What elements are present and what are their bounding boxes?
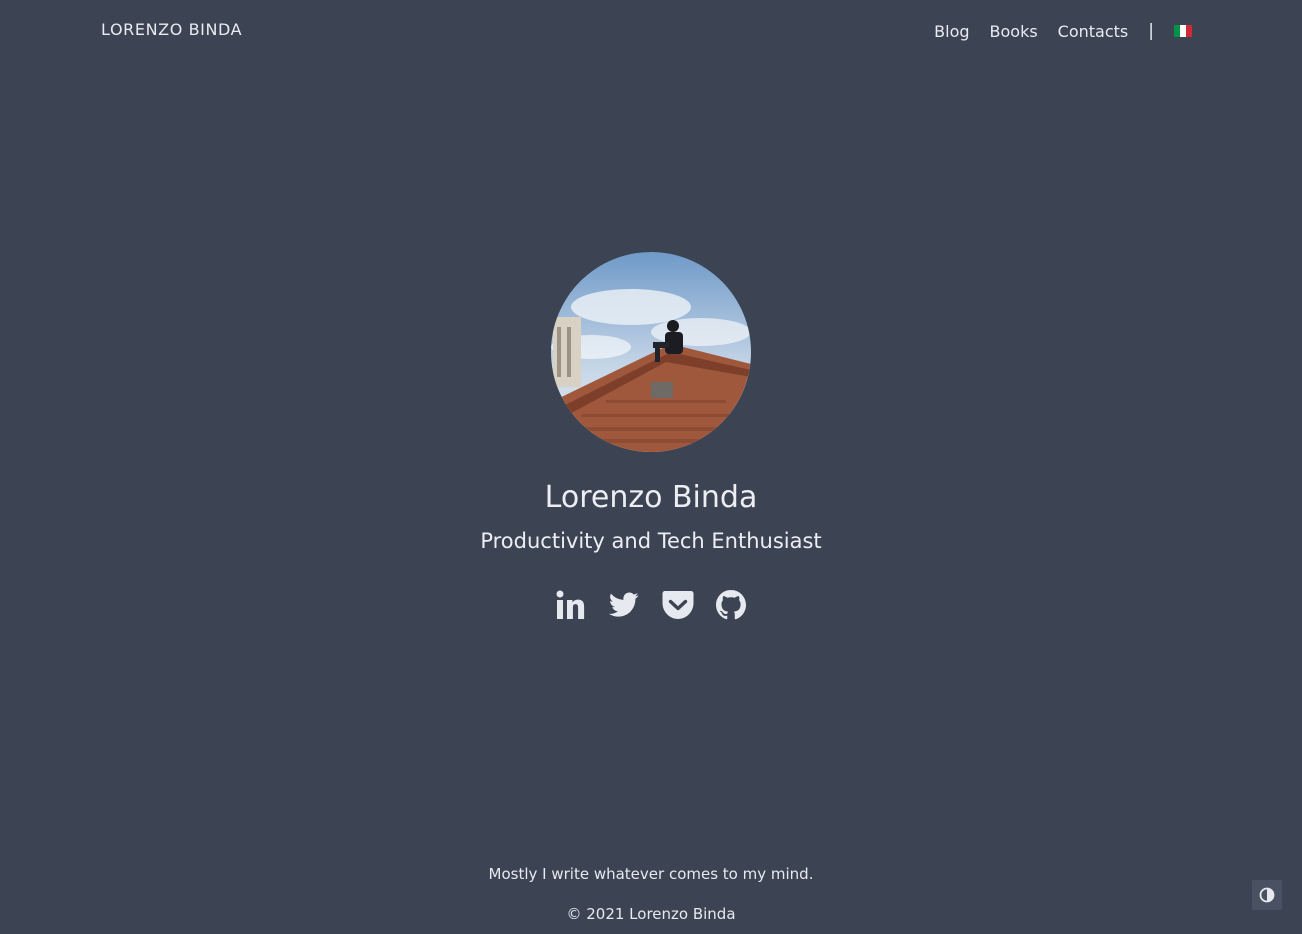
italian-flag-icon[interactable] <box>1174 25 1192 37</box>
footer-motto: Mostly I write whatever comes to my mind… <box>488 865 814 883</box>
page: LORENZO BINDA Blog Books Contacts | Lore… <box>0 0 1302 934</box>
github-icon[interactable] <box>715 589 747 621</box>
nav-blog-link[interactable]: Blog <box>934 22 969 41</box>
contrast-icon <box>1259 887 1275 903</box>
social-links <box>555 588 747 622</box>
nav-separator: | <box>1148 21 1154 41</box>
nav-contacts-link[interactable]: Contacts <box>1058 22 1129 41</box>
profile-photo <box>551 252 751 452</box>
author-name: Lorenzo Binda <box>544 480 758 515</box>
main-nav: Blog Books Contacts | <box>934 19 1192 43</box>
site-header: LORENZO BINDA Blog Books Contacts | <box>0 0 1302 62</box>
pocket-icon[interactable] <box>662 589 694 621</box>
footer-copyright: © 2021 Lorenzo Binda <box>566 905 736 923</box>
twitter-icon[interactable] <box>608 589 640 621</box>
brand-link[interactable]: LORENZO BINDA <box>101 20 242 39</box>
nav-books-link[interactable]: Books <box>990 22 1038 41</box>
linkedin-icon[interactable] <box>555 589 587 621</box>
author-tagline: Productivity and Tech Enthusiast <box>480 529 822 553</box>
theme-toggle-button[interactable] <box>1252 880 1282 910</box>
